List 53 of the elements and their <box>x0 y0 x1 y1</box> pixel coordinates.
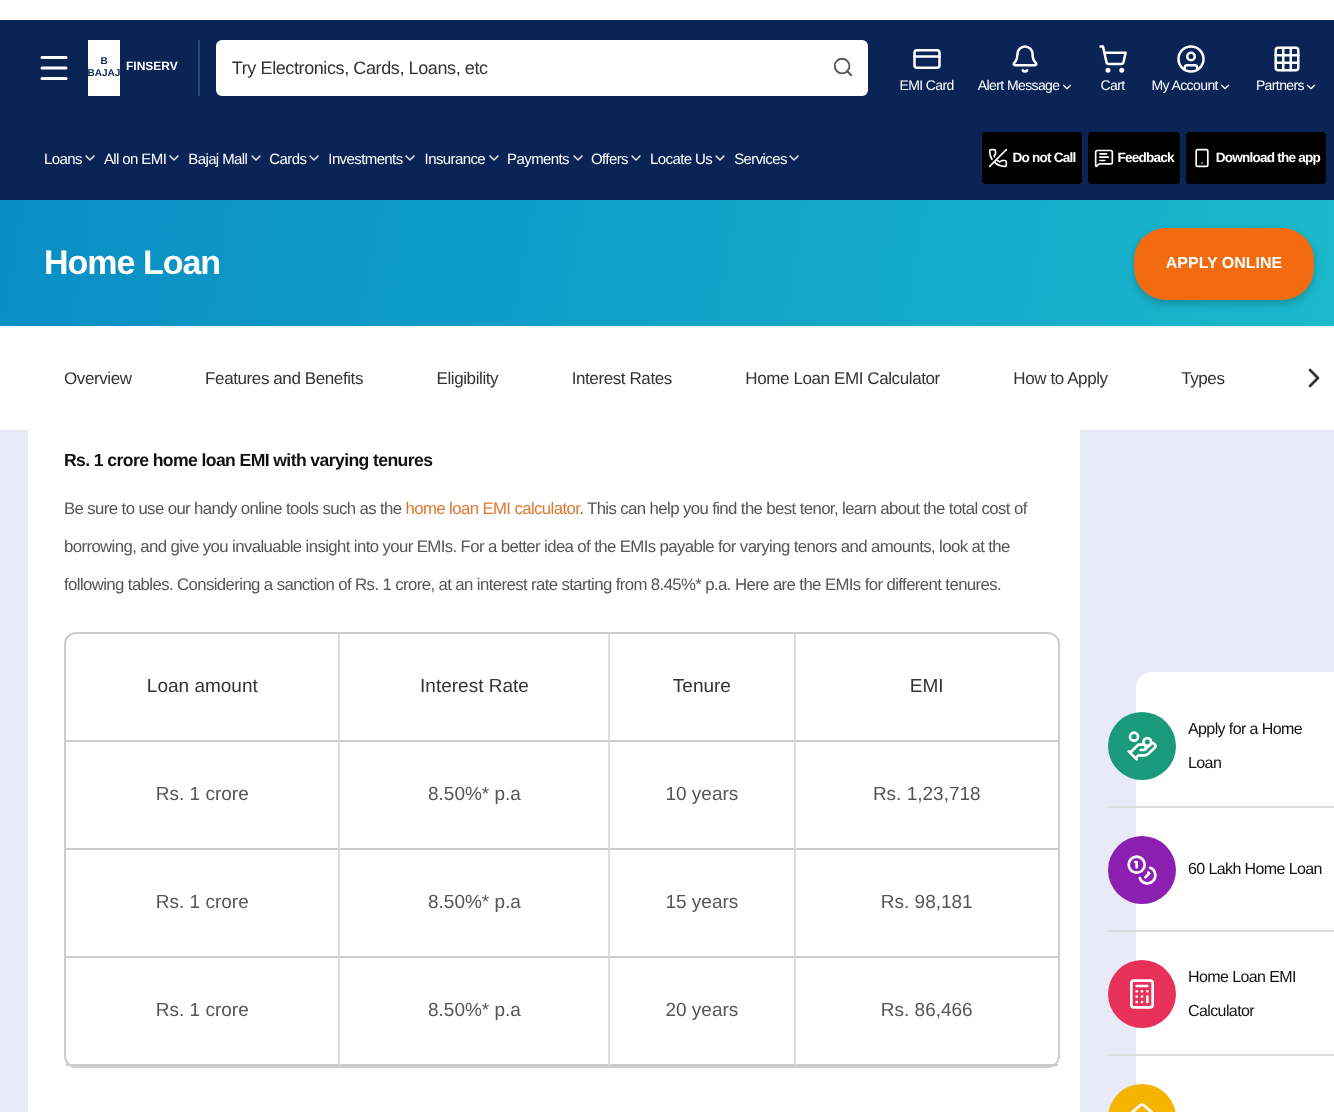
table-cell: Rs. 1,23,718 <box>795 742 1058 850</box>
table-cell: 8.50%* p.a <box>340 958 611 1066</box>
card-icon <box>911 43 942 73</box>
column-header: Loan amount <box>66 634 341 742</box>
phone-off-icon <box>988 148 1009 168</box>
caret-icon <box>166 150 183 166</box>
caret-icon <box>712 150 729 166</box>
caret-icon <box>569 150 585 166</box>
table-cell: Rs. 1 crore <box>66 958 341 1066</box>
table-cell: 20 years <box>610 958 796 1066</box>
table-cell: 8.50%* p.a <box>340 850 611 958</box>
section-tab[interactable]: Overview <box>64 368 132 388</box>
column-header: Tenure <box>610 634 796 742</box>
section-tab[interactable]: Types <box>1181 368 1225 388</box>
menu-icon[interactable] <box>36 50 72 86</box>
grid-icon <box>1271 43 1302 73</box>
link-label[interactable]: Home Loan EMI Calculator <box>1188 959 1334 1027</box>
account-icon <box>1176 43 1207 73</box>
table-cell: 15 years <box>610 850 796 958</box>
mobile-icon <box>1191 148 1212 168</box>
feedback-icon <box>1093 148 1114 168</box>
section-tab[interactable]: Eligibility <box>436 368 499 388</box>
section-tab[interactable]: Home Loan EMI Calculator <box>745 368 940 388</box>
bell-icon <box>1010 43 1041 73</box>
column-header: Interest Rate <box>340 634 611 742</box>
search-icon[interactable] <box>831 56 854 78</box>
table-cell: 10 years <box>610 742 796 850</box>
cart-icon <box>1097 43 1128 73</box>
caret-icon <box>81 150 98 166</box>
paragraph: Be sure to use our handy online tools such as the home loan EMI calculator. This can help you find the best tenor, learn about the total cost of borrowing, and give you invaluable insight into your EMIs. For a better idea of the EMIs payable for varying tenors and amounts, look at the following tables. Considering a sanction of Rs. 1 crore, at an interest rate starting from 8.45%* p.a. Here are the EMIs for different tenures. <box>64 496 1030 598</box>
search-field[interactable]: Try Electronics, Cards, Loans, etc <box>215 40 868 96</box>
section-tab[interactable]: How to Apply <box>1013 368 1108 388</box>
caret-icon <box>402 150 419 166</box>
caret-icon <box>628 150 644 166</box>
table-cell: 8.50%* p.a <box>340 742 611 850</box>
caret-icon <box>786 150 803 166</box>
related-link[interactable]: Apply for a Home Loan <box>1108 684 1334 808</box>
section-tab[interactable]: Features and Benefits <box>205 368 364 388</box>
related-link[interactable]: Home Loan EMI Calculator <box>1108 932 1334 1056</box>
page-title: Home Loan <box>44 243 221 283</box>
table-cell: Rs. 98,181 <box>795 850 1058 958</box>
caret-icon <box>485 150 502 166</box>
section-heading: Rs. 1 crore home loan EMI with varying tenures <box>64 450 435 470</box>
table-cell: Rs. 1 crore <box>66 850 341 958</box>
table-cell: Rs. 1 crore <box>66 742 341 850</box>
link-label[interactable]: 60 Lakh Home Loan <box>1188 852 1322 886</box>
link-label[interactable]: Apply for a Home Loan <box>1188 711 1334 779</box>
column-header: EMI <box>795 634 1058 742</box>
table-cell: Rs. 86,466 <box>795 958 1058 1066</box>
caret-icon <box>306 150 323 166</box>
related-link[interactable]: 60 Lakh Home Loan <box>1108 808 1334 932</box>
caret-icon <box>247 150 264 166</box>
section-tab[interactable]: Interest Rates <box>571 368 672 388</box>
